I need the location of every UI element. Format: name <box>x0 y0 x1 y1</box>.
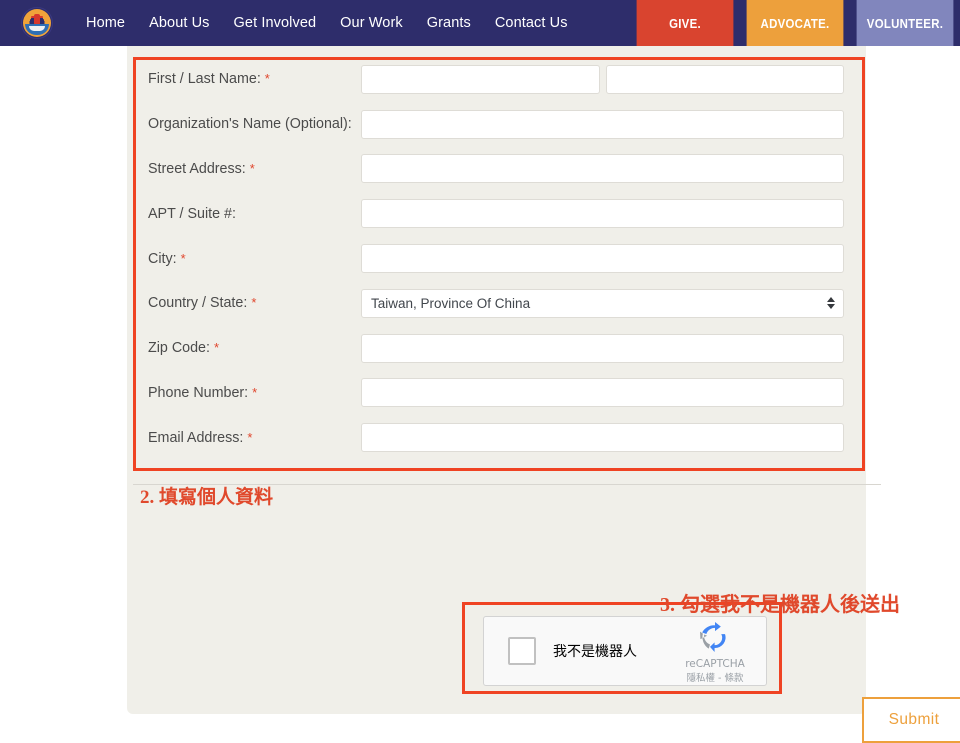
site-logo-link[interactable] <box>0 0 74 46</box>
required-marker: * <box>251 295 257 311</box>
country-state-select[interactable]: Taiwan, Province Of China <box>361 288 844 318</box>
label-text: Email Address: <box>148 429 244 446</box>
last-name-input[interactable] <box>605 64 844 94</box>
form-row-apt-suite: APT / Suite #: <box>133 191 865 236</box>
label-email-address: Email Address: * <box>133 430 361 446</box>
top-navigation-bar: Home About Us Get Involved Our Work Gran… <box>0 0 960 46</box>
recaptcha-checkbox[interactable] <box>508 637 536 665</box>
required-marker: * <box>247 429 253 445</box>
annotation-step-3: 3. 勾選我不是機器人後送出 <box>660 594 900 616</box>
form-row-street-address: Street Address: * <box>133 147 865 192</box>
recaptcha-brand-name: reCAPTCHA <box>685 658 745 670</box>
label-text: First / Last Name: <box>148 71 261 88</box>
label-text: Country / State: <box>148 295 248 312</box>
form-row-zip-code: Zip Code: * <box>133 326 865 371</box>
street-address-input[interactable] <box>361 154 844 184</box>
label-country-state: Country / State: * <box>133 295 361 311</box>
country-state-control: Taiwan, Province Of China <box>361 288 865 318</box>
apt-suite-input[interactable] <box>361 199 844 229</box>
submit-button[interactable]: Submit <box>862 697 960 743</box>
country-state-selected-value: Taiwan, Province Of China <box>371 295 531 311</box>
zip-code-control <box>361 333 865 363</box>
required-marker: * <box>264 71 270 87</box>
label-street-address: Street Address: * <box>133 161 361 177</box>
advocate-button[interactable]: ADVOCATE. <box>746 0 844 46</box>
nav-item-about-us[interactable]: About Us <box>137 0 221 46</box>
recaptcha-branding: reCAPTCHA 隱私權 - 條款 <box>673 622 757 684</box>
first-name-input[interactable] <box>361 64 600 94</box>
required-marker: * <box>252 384 258 400</box>
phone-number-control <box>361 378 865 408</box>
required-marker: * <box>249 160 255 176</box>
nav-item-grants[interactable]: Grants <box>415 0 483 46</box>
annotation-step-2: 2. 填寫個人資料 <box>140 487 274 508</box>
recaptcha-terms-link[interactable]: 隱私權 - 條款 <box>673 670 757 684</box>
email-address-input[interactable] <box>361 423 844 453</box>
apt-suite-control <box>361 199 865 229</box>
required-marker: * <box>180 250 186 266</box>
form-row-phone-number: Phone Number: * <box>133 371 865 416</box>
label-text: Zip Code: <box>148 340 210 357</box>
label-apt-suite: APT / Suite #: <box>148 205 236 222</box>
form-row-email-address: Email Address: * <box>133 415 865 460</box>
label-city: City: * <box>133 251 361 267</box>
nav-item-our-work[interactable]: Our Work <box>328 0 415 46</box>
label-zip-code: Zip Code: * <box>133 340 361 356</box>
label-text: City: <box>148 250 177 267</box>
required-marker: * <box>213 340 220 356</box>
personal-info-form: First / Last Name: * Organization's Name… <box>133 57 865 460</box>
zip-code-input[interactable] <box>361 333 844 363</box>
email-address-control <box>361 423 865 453</box>
label-organization-name: Organization's Name (Optional): <box>148 116 352 133</box>
label-text: Phone Number: <box>148 384 249 401</box>
form-row-organization: Organization's Name (Optional): <box>133 102 865 147</box>
label-first-last-name: First / Last Name: * <box>133 71 361 87</box>
form-row-name: First / Last Name: * <box>133 57 865 102</box>
volunteer-button[interactable]: VOLUNTEER. <box>856 0 954 46</box>
form-row-country-state: Country / State: * Taiwan, Province Of C… <box>133 281 865 326</box>
city-control <box>361 244 865 274</box>
nav-item-contact-us[interactable]: Contact Us <box>483 0 580 46</box>
organization-logo-icon <box>21 7 53 39</box>
street-address-control <box>361 154 865 184</box>
recaptcha-icon <box>700 622 726 652</box>
chevron-updown-icon <box>827 297 835 310</box>
organization-control <box>361 109 865 139</box>
form-row-city: City: * <box>133 236 865 281</box>
nav-item-home[interactable]: Home <box>74 0 137 46</box>
nav-item-get-involved[interactable]: Get Involved <box>222 0 329 46</box>
name-inputs <box>361 64 865 94</box>
label-phone-number: Phone Number: * <box>133 385 361 401</box>
phone-number-input[interactable] <box>361 378 844 408</box>
recaptcha-label: 我不是機器人 <box>553 644 637 660</box>
city-input[interactable] <box>361 244 844 274</box>
nav-links: Home About Us Get Involved Our Work Gran… <box>74 0 580 46</box>
organization-name-input[interactable] <box>361 109 844 139</box>
label-text: Street Address: <box>148 160 246 177</box>
recaptcha-widget[interactable]: 我不是機器人 reCAPTCHA 隱私權 - 條款 <box>483 616 767 686</box>
give-button[interactable]: GIVE. <box>636 0 734 46</box>
